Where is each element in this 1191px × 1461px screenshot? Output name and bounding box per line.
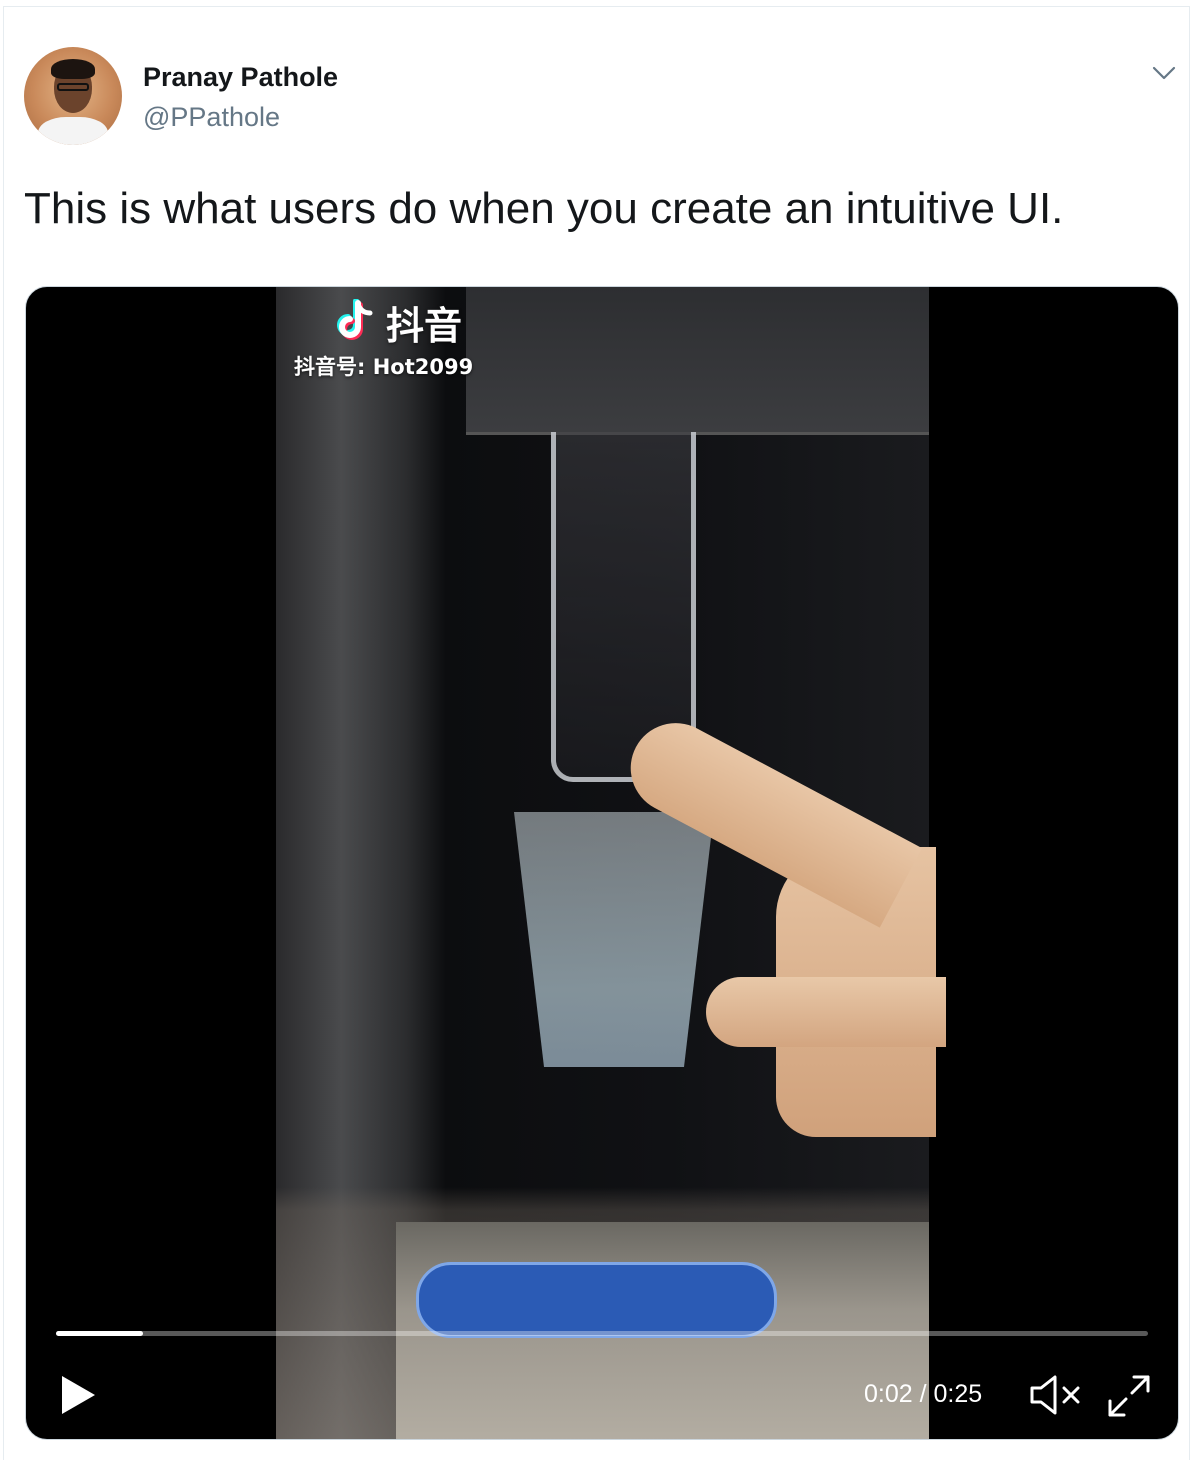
dispenser-panel xyxy=(466,287,929,435)
avatar-glasses xyxy=(57,83,89,91)
time-display: 0:02 / 0:25 xyxy=(864,1379,982,1409)
water-cup xyxy=(514,812,714,1067)
dispenser-badge xyxy=(416,1262,777,1338)
video-overlay-brand: 抖音 xyxy=(386,304,463,348)
progress-fill xyxy=(56,1331,144,1336)
thumb xyxy=(706,977,946,1047)
duration: 0:25 xyxy=(933,1380,983,1408)
progress-bar[interactable] xyxy=(56,1331,1148,1336)
author-name[interactable]: Pranay Pathole xyxy=(143,60,338,94)
chevron-down-icon[interactable] xyxy=(1150,60,1178,84)
video-overlay-id: 抖音号: Hot2099 xyxy=(294,355,474,379)
play-icon[interactable] xyxy=(58,1373,98,1417)
tweet-text: This is what users do when you create an… xyxy=(24,184,1064,233)
video-player[interactable]: 抖音 抖音号: Hot2099 0:02 / 0:25 xyxy=(25,286,1179,1440)
expand-icon[interactable] xyxy=(1106,1373,1152,1419)
current-time: 0:02 xyxy=(864,1380,913,1408)
avatar-hair xyxy=(51,59,95,79)
video-frame xyxy=(276,287,946,1439)
speaker-muted-icon[interactable] xyxy=(1028,1373,1082,1417)
author-handle[interactable]: @PPathole xyxy=(143,100,280,134)
tiktok-logo-icon xyxy=(337,299,373,340)
avatar-shirt xyxy=(38,117,108,145)
time-separator: / xyxy=(912,1380,934,1408)
avatar[interactable] xyxy=(24,47,122,145)
